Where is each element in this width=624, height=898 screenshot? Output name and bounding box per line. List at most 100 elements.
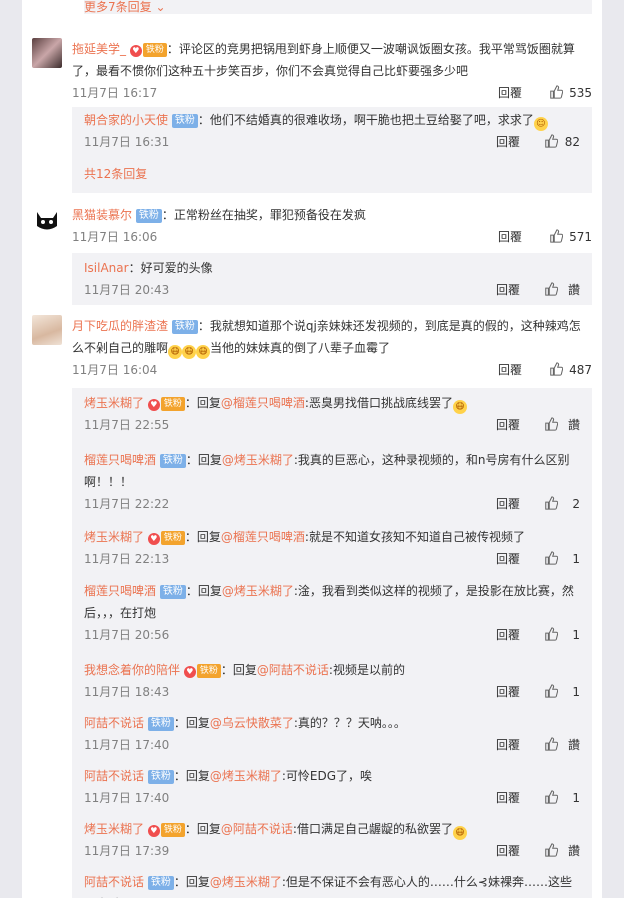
like-button[interactable]: 1 <box>530 787 580 809</box>
reply-button[interactable]: 回覆 <box>496 414 520 436</box>
thumbs-up-icon <box>545 627 558 641</box>
subreply-text: 榴莲只喝啤酒 铁粉 ：回复@烤玉米糊了:淦，我看到类似这样的视频了，是投影在放比赛… <box>84 584 574 620</box>
like-count: 讚 <box>567 418 580 432</box>
like-button[interactable]: 535 <box>532 82 592 104</box>
black-cat-avatar-icon <box>37 212 57 230</box>
thumbs-up-icon <box>545 496 558 510</box>
like-button[interactable]: 1 <box>530 548 580 570</box>
like-button[interactable]: 2 <box>530 493 580 515</box>
subreply: 烤玉米糊了 ♥ 铁粉 ：回复@榴莲只喝啤酒:就是不知道女孩知不知道自己被传视频了 1… <box>72 526 592 576</box>
comment-text: 拖延美学_ ♥ 铁粉 ：评论区的竞男把锅甩到虾身上顺便又一波嘲讽饭圈女孩。我平常骂饭… <box>72 42 575 78</box>
username[interactable]: 烤玉米糊了 <box>84 822 144 836</box>
avatar[interactable] <box>32 204 62 234</box>
reply-button[interactable]: 回覆 <box>496 840 520 862</box>
username[interactable]: 月下吃瓜的胖渣渣 <box>72 319 168 333</box>
subreply: 烤玉米糊了 ♥ 铁粉 ：回复@榴莲只喝啤酒:恶臭男找借口挑战底线罢了 😷 11月7日 … <box>72 392 592 445</box>
username[interactable]: 朝合家的小天使 <box>84 113 168 127</box>
reply-button[interactable]: 回覆 <box>496 624 520 646</box>
vip-icon: ♥ <box>129 45 142 57</box>
subreply: 阿喆不说话 铁粉 ：回复@烤玉米糊了:可怜EDG了，唉 11月7日 17:40 回覆… <box>72 765 592 815</box>
mention-link[interactable]: @烤玉米糊了 <box>210 769 282 783</box>
mention-link[interactable]: @榴莲只喝啤酒 <box>221 396 305 410</box>
like-button[interactable]: 讚 <box>530 414 580 436</box>
like-button[interactable]: 82 <box>530 131 580 153</box>
mention-link[interactable]: @阿喆不说话 <box>257 663 329 677</box>
reply-button[interactable]: 回覆 <box>496 548 520 570</box>
like-count: 1 <box>572 552 580 566</box>
subreply-block: 烤玉米糊了 ♥ 铁粉 ：回复@榴莲只喝啤酒:恶臭男找借口挑战底线罢了 😷 11月7日 … <box>72 388 592 898</box>
reply-button[interactable]: 回覆 <box>498 82 522 104</box>
subreply-text: 阿喆不说话 铁粉 ：回复@乌云快散菜了:真的？？？天呐。。。 <box>84 716 406 731</box>
subreply-text: 朝合家的小天使 铁粉 ：他们不结婚真的很难收场，啊干脆也把土豆给娶了吧，求求了 ☺ <box>72 109 592 131</box>
subreply-text: 烤玉米糊了 ♥ 铁粉 ：回复@榴莲只喝啤酒:就是不知道女孩知不知道自己被传视频了 <box>84 530 525 545</box>
like-button[interactable]: 487 <box>532 359 592 381</box>
like-count: 2 <box>572 497 580 511</box>
subreply: 榴莲只喝啤酒 铁粉 ：回复@烤玉米糊了:我真的巨恶心，这种录视频的，和n号房有什么… <box>72 449 592 524</box>
vip-icon: ♥ <box>147 825 160 837</box>
username[interactable]: 黑猫装慕尔 <box>72 208 132 222</box>
reply-button[interactable]: 回覆 <box>498 359 522 381</box>
timestamp: 11月7日 22:55 <box>84 418 170 432</box>
mention-link[interactable]: @阿喆不说话 <box>221 822 293 836</box>
mention-link[interactable]: @烤玉米糊了 <box>222 584 294 598</box>
avatar[interactable] <box>32 38 62 68</box>
subreply: 烤玉米糊了 ♥ 铁粉 ：回复@阿喆不说话:借口满足自己龌龊的私欲罢了 😷 11月7日 … <box>72 818 592 868</box>
subreply: 我想念着你的陪伴 ♥ 铁粉 ：回复@阿喆不说话:视频是以前的 11月7日 18:43… <box>72 659 592 709</box>
subreply-meta: 11月7日 17:40 回覆 讚 <box>84 734 580 756</box>
like-button[interactable]: 1 <box>530 681 580 703</box>
like-count: 讚 <box>567 844 580 858</box>
fan-badge: 铁粉 <box>159 454 186 468</box>
vip-icon: ♥ <box>147 533 160 545</box>
subreply-block: IsilAnar：好可爱的头像 11月7日 20:43 回覆 讚 <box>72 253 592 305</box>
vip-icon: ♥ <box>183 666 196 678</box>
mention-link[interactable]: @榴莲只喝啤酒 <box>221 530 305 544</box>
username[interactable]: 我想念着你的陪伴 <box>84 663 180 677</box>
username[interactable]: 拖延美学_ <box>72 42 126 56</box>
username[interactable]: 榴莲只喝啤酒 <box>84 453 156 467</box>
like-button[interactable]: 571 <box>532 226 592 248</box>
subreply-meta: 11月7日 20:43 回覆 讚 <box>84 279 580 301</box>
mention-link[interactable]: @烤玉米糊了 <box>210 875 282 889</box>
reply-button[interactable]: 回覆 <box>496 493 520 515</box>
like-button[interactable]: 讚 <box>530 734 580 756</box>
like-button[interactable]: 1 <box>530 624 580 646</box>
fan-badge: 铁粉 <box>160 397 185 411</box>
subreply-meta: 11月7日 18:43 回覆 1 <box>84 681 580 703</box>
subreply-text: 榴莲只喝啤酒 铁粉 ：回复@烤玉米糊了:我真的巨恶心，这种录视频的，和n号房有什么… <box>84 453 570 489</box>
username[interactable]: 阿喆不说话 <box>84 769 144 783</box>
reply-button[interactable]: 回覆 <box>496 734 520 756</box>
comment-meta: 11月7日 16:06 回覆 571 <box>72 226 592 248</box>
like-count: 1 <box>572 628 580 642</box>
username[interactable]: IsilAnar <box>84 261 129 275</box>
reply-button[interactable]: 回覆 <box>496 787 520 809</box>
username[interactable]: 阿喆不说话 <box>84 716 144 730</box>
timestamp: 11月7日 17:39 <box>84 844 170 858</box>
fan-badge: 铁粉 <box>159 585 186 599</box>
reply-button[interactable]: 回覆 <box>496 131 520 153</box>
thumbs-up-icon <box>545 282 558 296</box>
like-count: 487 <box>569 363 592 377</box>
thumbs-up-icon <box>545 684 558 698</box>
timestamp: 11月7日 16:17 <box>72 86 158 100</box>
fan-badge: 铁粉 <box>171 320 198 334</box>
reply-button[interactable]: 回覆 <box>498 226 522 248</box>
like-button[interactable]: 讚 <box>530 840 580 862</box>
like-count: 讚 <box>567 283 580 297</box>
avatar[interactable] <box>32 315 62 345</box>
username[interactable]: 榴莲只喝啤酒 <box>84 584 156 598</box>
mention-link[interactable]: @乌云快散菜了 <box>210 716 294 730</box>
fan-badge: 铁粉 <box>171 114 198 128</box>
like-count: 1 <box>572 791 580 805</box>
username[interactable]: 烤玉米糊了 <box>84 396 144 410</box>
like-button[interactable]: 讚 <box>530 279 580 301</box>
fan-badge: 铁粉 <box>196 664 221 678</box>
timestamp: 11月7日 17:40 <box>84 738 170 752</box>
timestamp: 11月7日 16:06 <box>72 230 158 244</box>
reply-button[interactable]: 回覆 <box>496 681 520 703</box>
more-replies-link[interactable]: 共12条回复 <box>72 163 592 185</box>
more-replies-link[interactable]: 更多7条回复 ⌄ <box>84 0 166 15</box>
username[interactable]: 烤玉米糊了 <box>84 530 144 544</box>
reply-button[interactable]: 回覆 <box>496 279 520 301</box>
mention-link[interactable]: @烤玉米糊了 <box>222 453 294 467</box>
username[interactable]: 阿喆不说话 <box>84 875 144 889</box>
